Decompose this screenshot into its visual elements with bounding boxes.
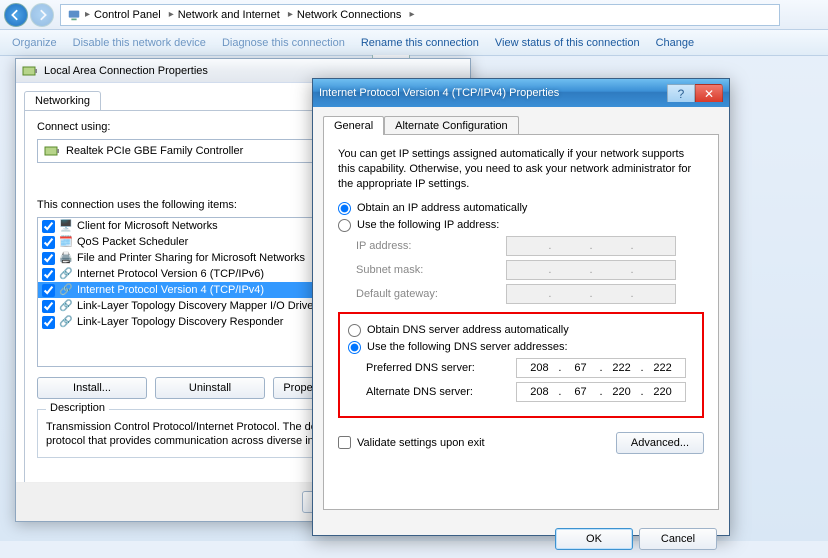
item-checkbox[interactable] bbox=[42, 284, 55, 297]
client-icon: 🖥️ bbox=[59, 219, 73, 233]
protocol-icon: 🔗 bbox=[59, 267, 73, 281]
window-buttons: ? ✕ bbox=[667, 84, 723, 102]
gateway-label: Default gateway: bbox=[356, 288, 506, 300]
cmd-organize[interactable]: Organize bbox=[12, 37, 57, 49]
item-checkbox[interactable] bbox=[42, 268, 55, 281]
ip-auto-label: Obtain an IP address automatically bbox=[357, 202, 527, 214]
help-button[interactable]: ? bbox=[667, 84, 695, 102]
item-label: Internet Protocol Version 4 (TCP/IPv4) bbox=[77, 284, 264, 296]
description-legend: Description bbox=[46, 402, 109, 414]
cmd-diagnose[interactable]: Diagnose this connection bbox=[222, 37, 345, 49]
close-button[interactable]: ✕ bbox=[695, 84, 723, 102]
protocol-icon: 🔗 bbox=[59, 299, 73, 313]
dns-highlight-box: Obtain DNS server address automatically … bbox=[338, 312, 704, 418]
tab-general[interactable]: General bbox=[323, 116, 384, 135]
cmd-rename[interactable]: Rename this connection bbox=[361, 37, 479, 49]
ip-address-label: IP address: bbox=[356, 240, 506, 252]
explorer-topbar: ▸ Control Panel ▸ Network and Internet ▸ Ne… bbox=[0, 0, 828, 30]
network-icon bbox=[67, 8, 81, 22]
nav-forward-button[interactable] bbox=[30, 3, 54, 27]
item-checkbox[interactable] bbox=[42, 220, 55, 233]
breadcrumb-tail: ▸ bbox=[405, 9, 418, 20]
preferred-dns-input[interactable]: 208. 67. 222. 222 bbox=[516, 358, 686, 378]
service-icon: 🖨️ bbox=[59, 251, 73, 265]
chevron-right-icon: ▸ bbox=[169, 9, 174, 20]
ip-manual-row[interactable]: Use the following IP address: bbox=[338, 219, 704, 232]
nic-icon bbox=[44, 143, 60, 159]
validate-row[interactable]: Validate settings upon exit bbox=[338, 436, 485, 449]
install-button[interactable]: Install... bbox=[37, 377, 147, 399]
ip-manual-radio[interactable] bbox=[338, 219, 351, 232]
item-checkbox[interactable] bbox=[42, 252, 55, 265]
nav-back-button[interactable] bbox=[4, 3, 28, 27]
advanced-button[interactable]: Advanced... bbox=[616, 432, 704, 454]
lac-title-text: Local Area Connection Properties bbox=[44, 65, 208, 77]
ipv4-cancel-button[interactable]: Cancel bbox=[639, 528, 717, 550]
protocol-icon: 🔗 bbox=[59, 315, 73, 329]
cmd-disable[interactable]: Disable this network device bbox=[73, 37, 206, 49]
breadcrumb-label: Network Connections bbox=[297, 9, 402, 21]
tab-alternate-config[interactable]: Alternate Configuration bbox=[384, 116, 519, 135]
item-label: Internet Protocol Version 6 (TCP/IPv6) bbox=[77, 268, 264, 280]
ipv4-titlebar[interactable]: Internet Protocol Version 4 (TCP/IPv4) P… bbox=[313, 79, 729, 107]
cmd-viewstatus[interactable]: View status of this connection bbox=[495, 37, 640, 49]
ip-auto-row[interactable]: Obtain an IP address automatically bbox=[338, 202, 704, 215]
breadcrumb-item[interactable]: ▸ Control Panel bbox=[81, 9, 165, 21]
explorer-commandbar: Organize Disable this network device Dia… bbox=[0, 30, 828, 56]
dns-auto-row[interactable]: Obtain DNS server address automatically bbox=[348, 324, 694, 337]
ip-auto-radio[interactable] bbox=[338, 202, 351, 215]
item-label: Client for Microsoft Networks bbox=[77, 220, 218, 232]
nav-buttons bbox=[4, 3, 54, 27]
cmd-change[interactable]: Change bbox=[656, 37, 695, 49]
breadcrumb-item[interactable]: ▸ Network Connections bbox=[284, 9, 406, 21]
ipv4-ok-button[interactable]: OK bbox=[555, 528, 633, 550]
uninstall-button[interactable]: Uninstall bbox=[155, 377, 265, 399]
item-checkbox[interactable] bbox=[42, 236, 55, 249]
dns-auto-label: Obtain DNS server address automatically bbox=[367, 324, 569, 336]
subnet-label: Subnet mask: bbox=[356, 264, 506, 276]
item-label: Link-Layer Topology Discovery Responder bbox=[77, 316, 283, 328]
ip-manual-label: Use the following IP address: bbox=[357, 219, 499, 231]
breadcrumb-item[interactable]: ▸ Network and Internet bbox=[165, 9, 284, 21]
item-checkbox[interactable] bbox=[42, 316, 55, 329]
item-checkbox[interactable] bbox=[42, 300, 55, 313]
dns-manual-row[interactable]: Use the following DNS server addresses: bbox=[348, 341, 694, 354]
ipv4-properties-dialog: Internet Protocol Version 4 (TCP/IPv4) P… bbox=[312, 78, 730, 536]
chevron-right-icon: ▸ bbox=[409, 9, 414, 20]
ipv4-tabstrip: General Alternate Configuration bbox=[323, 115, 719, 134]
subnet-input: ... bbox=[506, 260, 676, 280]
dns-auto-radio[interactable] bbox=[348, 324, 361, 337]
alternate-dns-input[interactable]: 208. 67. 220. 220 bbox=[516, 382, 686, 402]
alternate-dns-label: Alternate DNS server: bbox=[366, 386, 516, 398]
ip-address-input: ... bbox=[506, 236, 676, 256]
chevron-right-icon: ▸ bbox=[85, 9, 90, 20]
breadcrumb-label: Network and Internet bbox=[178, 9, 280, 21]
item-label: QoS Packet Scheduler bbox=[77, 236, 188, 248]
intro-text: You can get IP settings assigned automat… bbox=[338, 147, 704, 192]
dns-manual-label: Use the following DNS server addresses: bbox=[367, 341, 568, 353]
breadcrumb[interactable]: ▸ Control Panel ▸ Network and Internet ▸ Ne… bbox=[60, 4, 780, 26]
service-icon: 🗓️ bbox=[59, 235, 73, 249]
ipv4-ok-cancel-row: OK Cancel bbox=[313, 520, 729, 558]
gateway-input: ... bbox=[506, 284, 676, 304]
ipv4-general-panel: You can get IP settings assigned automat… bbox=[323, 134, 719, 510]
protocol-icon: 🔗 bbox=[59, 283, 73, 297]
dns-manual-radio[interactable] bbox=[348, 341, 361, 354]
tab-networking[interactable]: Networking bbox=[24, 91, 101, 110]
item-label: File and Printer Sharing for Microsoft N… bbox=[77, 252, 305, 264]
breadcrumb-label: Control Panel bbox=[94, 9, 161, 21]
ipv4-title-text: Internet Protocol Version 4 (TCP/IPv4) P… bbox=[319, 87, 559, 99]
adapter-name: Realtek PCIe GBE Family Controller bbox=[66, 145, 243, 157]
item-label: Link-Layer Topology Discovery Mapper I/O… bbox=[77, 300, 313, 312]
validate-label: Validate settings upon exit bbox=[357, 437, 485, 449]
validate-checkbox[interactable] bbox=[338, 436, 351, 449]
chevron-right-icon: ▸ bbox=[288, 9, 293, 20]
preferred-dns-label: Preferred DNS server: bbox=[366, 362, 516, 374]
adapter-icon bbox=[22, 63, 38, 79]
